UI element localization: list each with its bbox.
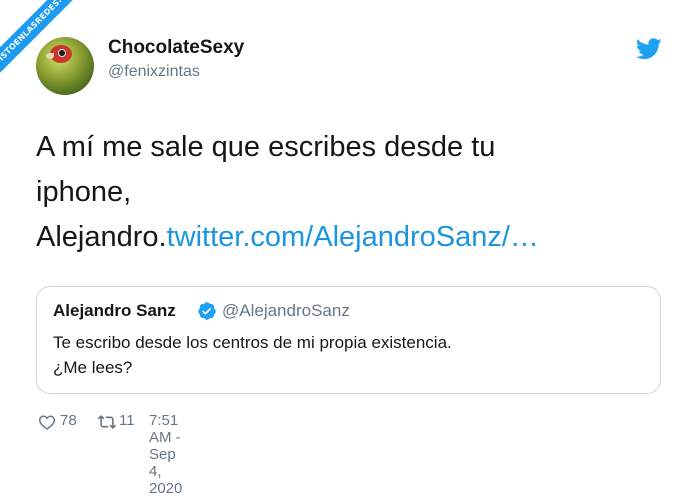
author-display-name[interactable]: ChocolateSexy xyxy=(108,37,244,59)
quoted-author-name: Alejandro Sanz xyxy=(53,301,176,320)
tweet-text-line: Alejandro.twitter.com/AlejandroSanz/… xyxy=(36,215,646,260)
tweet-timestamp[interactable]: 7:51 AM - Sep 4, 2020 xyxy=(149,412,182,497)
tweet-text-segment: Alejandro. xyxy=(36,221,167,253)
quoted-text-line: Te escribo desde los centros de mi propi… xyxy=(53,333,452,352)
quoted-author-handle: @AlejandroSanz xyxy=(222,301,350,320)
twitter-bird-icon[interactable] xyxy=(636,38,662,60)
author-handle[interactable]: @fenixzintas xyxy=(108,63,200,81)
retweet-icon[interactable] xyxy=(96,414,118,430)
avatar-bird-beak xyxy=(46,53,54,59)
retweet-count[interactable]: 11 xyxy=(119,412,135,429)
tweet-text: A mí me sale que escribes desde tu iphon… xyxy=(36,125,646,260)
quoted-tweet-card[interactable]: Alejandro Sanz @AlejandroSanz Te escribo… xyxy=(36,286,661,394)
verified-badge-icon xyxy=(198,302,216,320)
quoted-tweet-text: Te escribo desde los centros de mi propi… xyxy=(53,330,643,380)
heart-icon[interactable] xyxy=(38,414,56,430)
avatar-bird-eye xyxy=(58,49,66,57)
tweet-text-line: A mí me sale que escribes desde tu xyxy=(36,131,496,163)
tweet-link[interactable]: twitter.com/AlejandroSanz/… xyxy=(167,221,539,253)
like-count[interactable]: 78 xyxy=(60,412,77,429)
avatar[interactable] xyxy=(36,37,94,95)
tweet-text-line: iphone, xyxy=(36,176,132,208)
quoted-text-line: ¿Me lees? xyxy=(53,358,133,377)
